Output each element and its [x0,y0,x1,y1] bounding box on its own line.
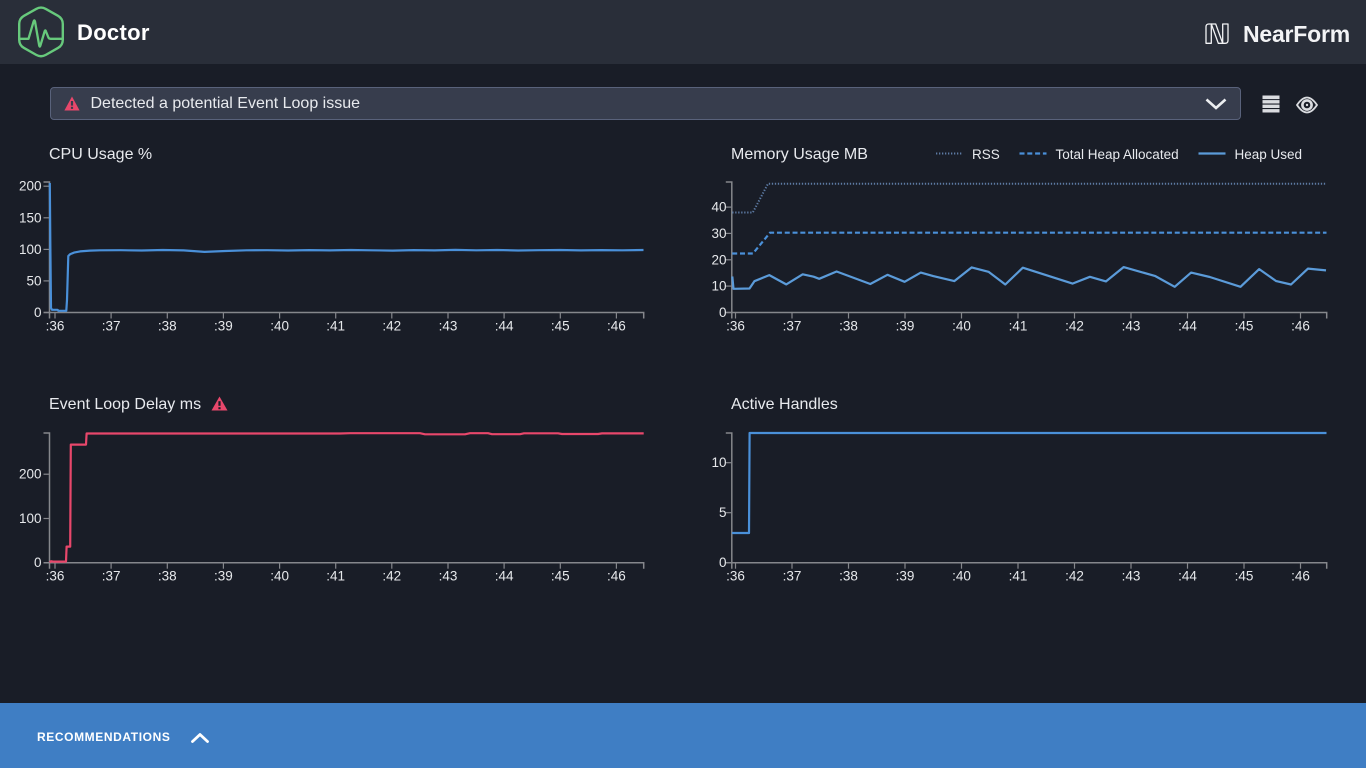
svg-text::36: :36 [46,569,65,584]
svg-text:40: 40 [711,200,726,215]
svg-text::43: :43 [439,569,458,584]
svg-text::45: :45 [1235,319,1254,334]
svg-text:50: 50 [26,273,41,288]
svg-text::37: :37 [783,319,802,334]
svg-text:200: 200 [19,467,42,482]
svg-text::40: :40 [270,569,289,584]
svg-text:100: 100 [19,242,42,257]
svg-text::40: :40 [270,319,289,334]
svg-text::41: :41 [326,319,345,334]
svg-text::38: :38 [158,319,177,334]
svg-text::39: :39 [896,319,915,334]
svg-text:RSS: RSS [972,147,1000,162]
svg-text::43: :43 [1122,319,1141,334]
svg-text::45: :45 [1235,569,1254,584]
svg-text::40: :40 [952,569,971,584]
svg-text::44: :44 [495,319,514,334]
svg-text::44: :44 [495,569,514,584]
svg-text:150: 150 [19,210,42,225]
svg-text:Active Handles: Active Handles [731,396,838,413]
svg-text:Heap Used: Heap Used [1235,147,1303,162]
svg-text::36: :36 [726,319,745,334]
svg-text:Memory Usage MB: Memory Usage MB [731,146,868,163]
svg-text::39: :39 [214,319,233,334]
svg-text::38: :38 [158,569,177,584]
svg-text::36: :36 [46,319,65,334]
svg-text:5: 5 [719,505,727,520]
svg-text:0: 0 [34,555,42,570]
svg-text::41: :41 [326,569,345,584]
svg-text::45: :45 [551,569,570,584]
svg-text::45: :45 [551,319,570,334]
svg-text::38: :38 [839,319,858,334]
svg-text::42: :42 [1065,569,1084,584]
svg-text:Total Heap Allocated: Total Heap Allocated [1056,147,1179,162]
svg-text::46: :46 [1291,319,1310,334]
svg-text::37: :37 [783,569,802,584]
svg-text::44: :44 [1178,569,1197,584]
svg-text::40: :40 [952,319,971,334]
svg-text:CPU Usage %: CPU Usage % [49,146,152,163]
svg-text:10: 10 [711,455,726,470]
svg-text::46: :46 [607,319,626,334]
svg-text:100: 100 [19,511,42,526]
svg-text::37: :37 [102,319,121,334]
svg-text::43: :43 [439,319,458,334]
svg-text::41: :41 [1009,319,1028,334]
svg-text::44: :44 [1178,319,1197,334]
svg-text::36: :36 [726,569,745,584]
svg-text:20: 20 [711,252,726,267]
svg-text::39: :39 [896,569,915,584]
svg-text:200: 200 [19,179,42,194]
svg-text::43: :43 [1122,569,1141,584]
svg-text::46: :46 [1291,569,1310,584]
svg-text::37: :37 [102,569,121,584]
svg-text::42: :42 [1065,319,1084,334]
svg-text:0: 0 [34,305,42,320]
svg-text::42: :42 [382,569,401,584]
svg-text:30: 30 [711,226,726,241]
svg-text::42: :42 [382,319,401,334]
svg-text::46: :46 [607,569,626,584]
svg-text::38: :38 [839,569,858,584]
svg-text::39: :39 [214,569,233,584]
svg-text:10: 10 [711,279,726,294]
svg-text::41: :41 [1009,569,1028,584]
svg-text:Event Loop Delay ms: Event Loop Delay ms [49,396,201,413]
